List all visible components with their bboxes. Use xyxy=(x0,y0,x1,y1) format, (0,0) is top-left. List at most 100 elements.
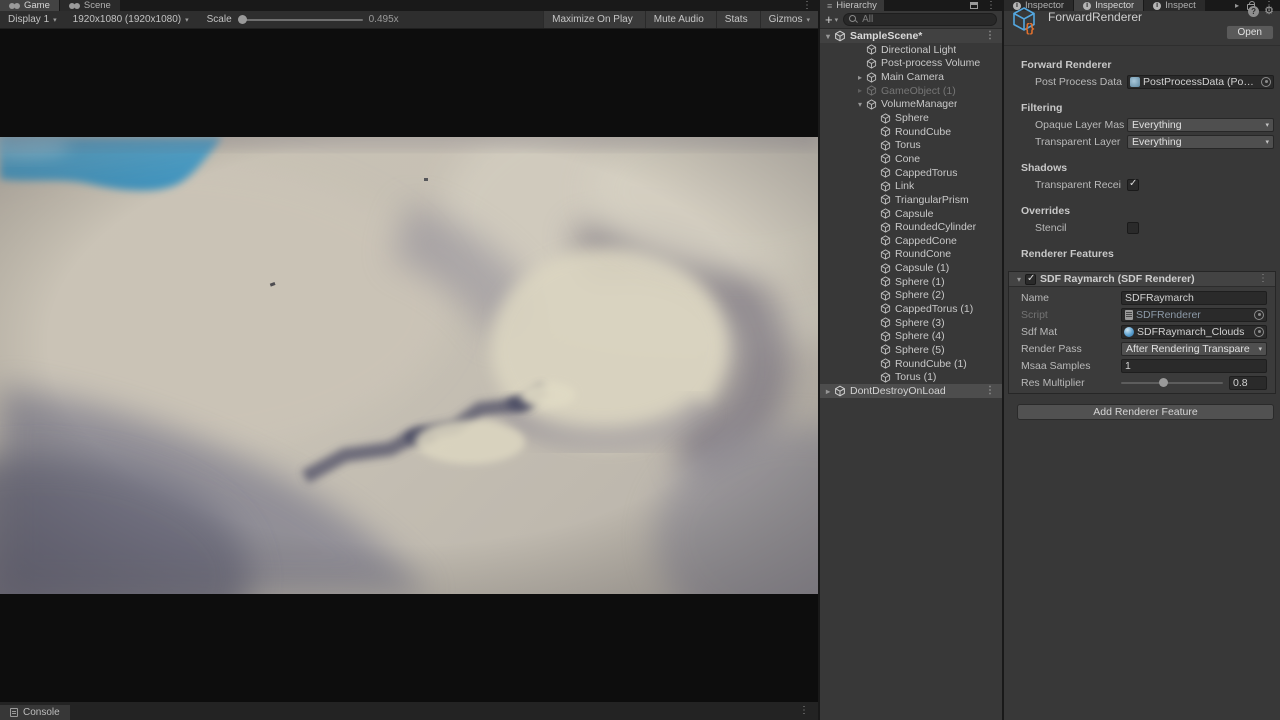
hierarchy-item[interactable]: Cone xyxy=(820,152,1002,166)
hierarchy-item[interactable]: TriangularPrism xyxy=(820,193,1002,207)
hierarchy-item[interactable]: Sphere (2) xyxy=(820,289,1002,303)
script-field[interactable]: SDFRenderer xyxy=(1121,308,1267,322)
foldout-icon[interactable]: ▾ xyxy=(854,100,866,109)
renderer-feature-sdf-raymarch: ▾ SDF Raymarch (SDF Renderer) ⋮ Name SDF… xyxy=(1008,271,1276,394)
kebab-icon[interactable]: ⋮ xyxy=(982,386,998,396)
slider-handle[interactable] xyxy=(1159,378,1168,387)
render-pass-dropdown[interactable]: After Rendering Transpare ▾ xyxy=(1121,342,1267,356)
foldout-icon[interactable]: ▸ xyxy=(854,86,866,95)
toolbar-button[interactable]: Maximize On Play xyxy=(543,11,645,28)
display-dropdown[interactable]: Display 1 ▾ xyxy=(0,11,65,28)
object-picker-icon[interactable] xyxy=(1254,327,1264,337)
hierarchy-item[interactable]: RoundCone xyxy=(820,248,1002,262)
hierarchy-item[interactable]: RoundedCylinder xyxy=(820,220,1002,234)
game-viewport[interactable] xyxy=(0,29,818,702)
toolbar-button[interactable]: Stats xyxy=(716,11,760,28)
object-picker-icon[interactable] xyxy=(1261,77,1271,87)
add-renderer-feature-button[interactable]: Add Renderer Feature xyxy=(1017,404,1274,420)
game-tab[interactable]: Game xyxy=(0,0,60,11)
sdf-mat-row: Sdf Mat SDFRaymarch_Clouds xyxy=(1009,325,1267,338)
hierarchy-item[interactable]: Torus (1) xyxy=(820,370,1002,384)
foldout-icon[interactable]: ▾ xyxy=(1013,275,1025,284)
hierarchy-item[interactable]: ▸ Main Camera xyxy=(820,70,1002,84)
foldout-icon[interactable]: ▾ xyxy=(822,32,834,41)
hierarchy-item[interactable]: Sphere (3) xyxy=(820,316,1002,330)
hierarchy-item[interactable]: Post-process Volume xyxy=(820,57,1002,71)
hierarchy-item[interactable]: Sphere (5) xyxy=(820,343,1002,357)
scene-icon xyxy=(834,385,846,397)
hierarchy-item[interactable]: Sphere (4) xyxy=(820,329,1002,343)
kebab-icon[interactable]: ⋮ xyxy=(799,1,815,11)
object-picker-icon[interactable] xyxy=(1254,310,1264,320)
game-view-panel: Game Scene ⋮ Display 1 ▾ 1920x1080 (1920… xyxy=(0,0,818,720)
scene-header-dontdestroyonload[interactable]: ▸ DontDestroyOnLoad ⋮ xyxy=(820,384,1002,398)
hierarchy-item[interactable]: Torus xyxy=(820,138,1002,152)
opaque-layer-mask-dropdown[interactable]: Everything ▾ xyxy=(1127,118,1274,132)
post-process-data-field[interactable]: PostProcessData (PostPr xyxy=(1127,75,1274,89)
transparent-layer-mask-dropdown[interactable]: Everything ▾ xyxy=(1127,135,1274,149)
chevron-down-icon: ▾ xyxy=(835,16,839,24)
cube-icon xyxy=(866,85,877,96)
foldout-icon[interactable]: ▸ xyxy=(822,387,834,396)
cube-icon xyxy=(880,303,891,314)
cube-icon xyxy=(880,181,891,192)
kebab-icon[interactable]: ⋮ xyxy=(796,706,812,716)
unity-editor: Game Scene ⋮ Display 1 ▾ 1920x1080 (1920… xyxy=(0,0,1280,720)
foldout-icon[interactable]: ▸ xyxy=(854,73,866,82)
chevron-down-icon: ▾ xyxy=(53,16,57,24)
hierarchy-item[interactable]: RoundCube xyxy=(820,125,1002,139)
feature-enabled-checkbox[interactable] xyxy=(1025,274,1036,285)
add-object-button[interactable]: + ▾ xyxy=(820,12,843,27)
stencil-checkbox[interactable] xyxy=(1127,222,1139,234)
help-icon[interactable]: ? xyxy=(1248,6,1259,17)
hierarchy-item[interactable]: Sphere xyxy=(820,111,1002,125)
tab-hierarchy[interactable]: ≡ Hierarchy xyxy=(820,0,885,11)
cube-icon xyxy=(880,290,891,301)
inspector-panel: i Inspector i Inspector i Inspect ▸ xyxy=(1004,0,1280,720)
cube-icon xyxy=(880,331,891,342)
hierarchy-item[interactable]: Directional Light xyxy=(820,43,1002,57)
kebab-icon[interactable]: ⋮ xyxy=(982,31,998,41)
hierarchy-item[interactable]: Link xyxy=(820,179,1002,193)
hierarchy-item[interactable]: RoundCube (1) xyxy=(820,357,1002,371)
material-icon xyxy=(1124,327,1134,337)
res-multiplier-label: Res Multiplier xyxy=(1021,377,1121,389)
hierarchy-item[interactable]: ▸ GameObject (1) xyxy=(820,84,1002,98)
hierarchy-item[interactable]: Sphere (1) xyxy=(820,275,1002,289)
tab-console[interactable]: Console xyxy=(0,705,70,720)
hierarchy-item[interactable]: CappedCone xyxy=(820,234,1002,248)
hierarchy-item[interactable]: Capsule xyxy=(820,207,1002,221)
open-button[interactable]: Open xyxy=(1226,25,1274,40)
scale-slider[interactable] xyxy=(238,19,363,21)
hierarchy-item[interactable]: CappedTorus (1) xyxy=(820,302,1002,316)
inspector-title: ForwardRenderer xyxy=(1048,10,1142,24)
transparent-receive-shadows-checkbox[interactable] xyxy=(1127,179,1139,191)
kebab-icon[interactable]: ⋮ xyxy=(983,1,999,11)
game-tabs: Game Scene xyxy=(0,0,121,11)
chevron-down-icon: ▾ xyxy=(185,16,189,24)
transparent-layer-mask-row: Transparent Layer Everything ▾ xyxy=(1004,134,1274,149)
toolbar-button[interactable]: Gizmos ▾ xyxy=(760,11,818,28)
dock-icon[interactable] xyxy=(970,2,978,9)
plus-icon: + xyxy=(825,12,833,27)
scale-slider-handle[interactable] xyxy=(238,15,247,24)
cube-icon xyxy=(880,372,891,383)
gear-icon[interactable]: ⚙ xyxy=(1264,6,1274,17)
sdf-mat-field[interactable]: SDFRaymarch_Clouds xyxy=(1121,325,1267,339)
script-icon xyxy=(1125,310,1133,320)
res-multiplier-input[interactable]: 0.8 xyxy=(1229,376,1267,390)
msaa-samples-input[interactable]: 1 xyxy=(1121,359,1267,373)
game-tab[interactable]: Scene xyxy=(60,0,121,11)
name-input[interactable]: SDFRaymarch xyxy=(1121,291,1267,305)
toolbar-button[interactable]: Mute Audio xyxy=(645,11,716,28)
scene-header-samplescene[interactable]: ▾ SampleScene* ⋮ xyxy=(820,29,1002,43)
renderer-feature-header[interactable]: ▾ SDF Raymarch (SDF Renderer) ⋮ xyxy=(1009,272,1275,287)
name-label: Name xyxy=(1021,292,1121,304)
hierarchy-search-input[interactable]: All xyxy=(843,13,997,26)
resolution-dropdown[interactable]: 1920x1080 (1920x1080) ▾ xyxy=(65,11,197,28)
hierarchy-item[interactable]: ▾ VolumeManager xyxy=(820,98,1002,112)
hierarchy-item[interactable]: Capsule (1) xyxy=(820,261,1002,275)
kebab-icon[interactable]: ⋮ xyxy=(1255,274,1271,284)
res-multiplier-slider[interactable] xyxy=(1121,376,1223,389)
hierarchy-item[interactable]: CappedTorus xyxy=(820,166,1002,180)
